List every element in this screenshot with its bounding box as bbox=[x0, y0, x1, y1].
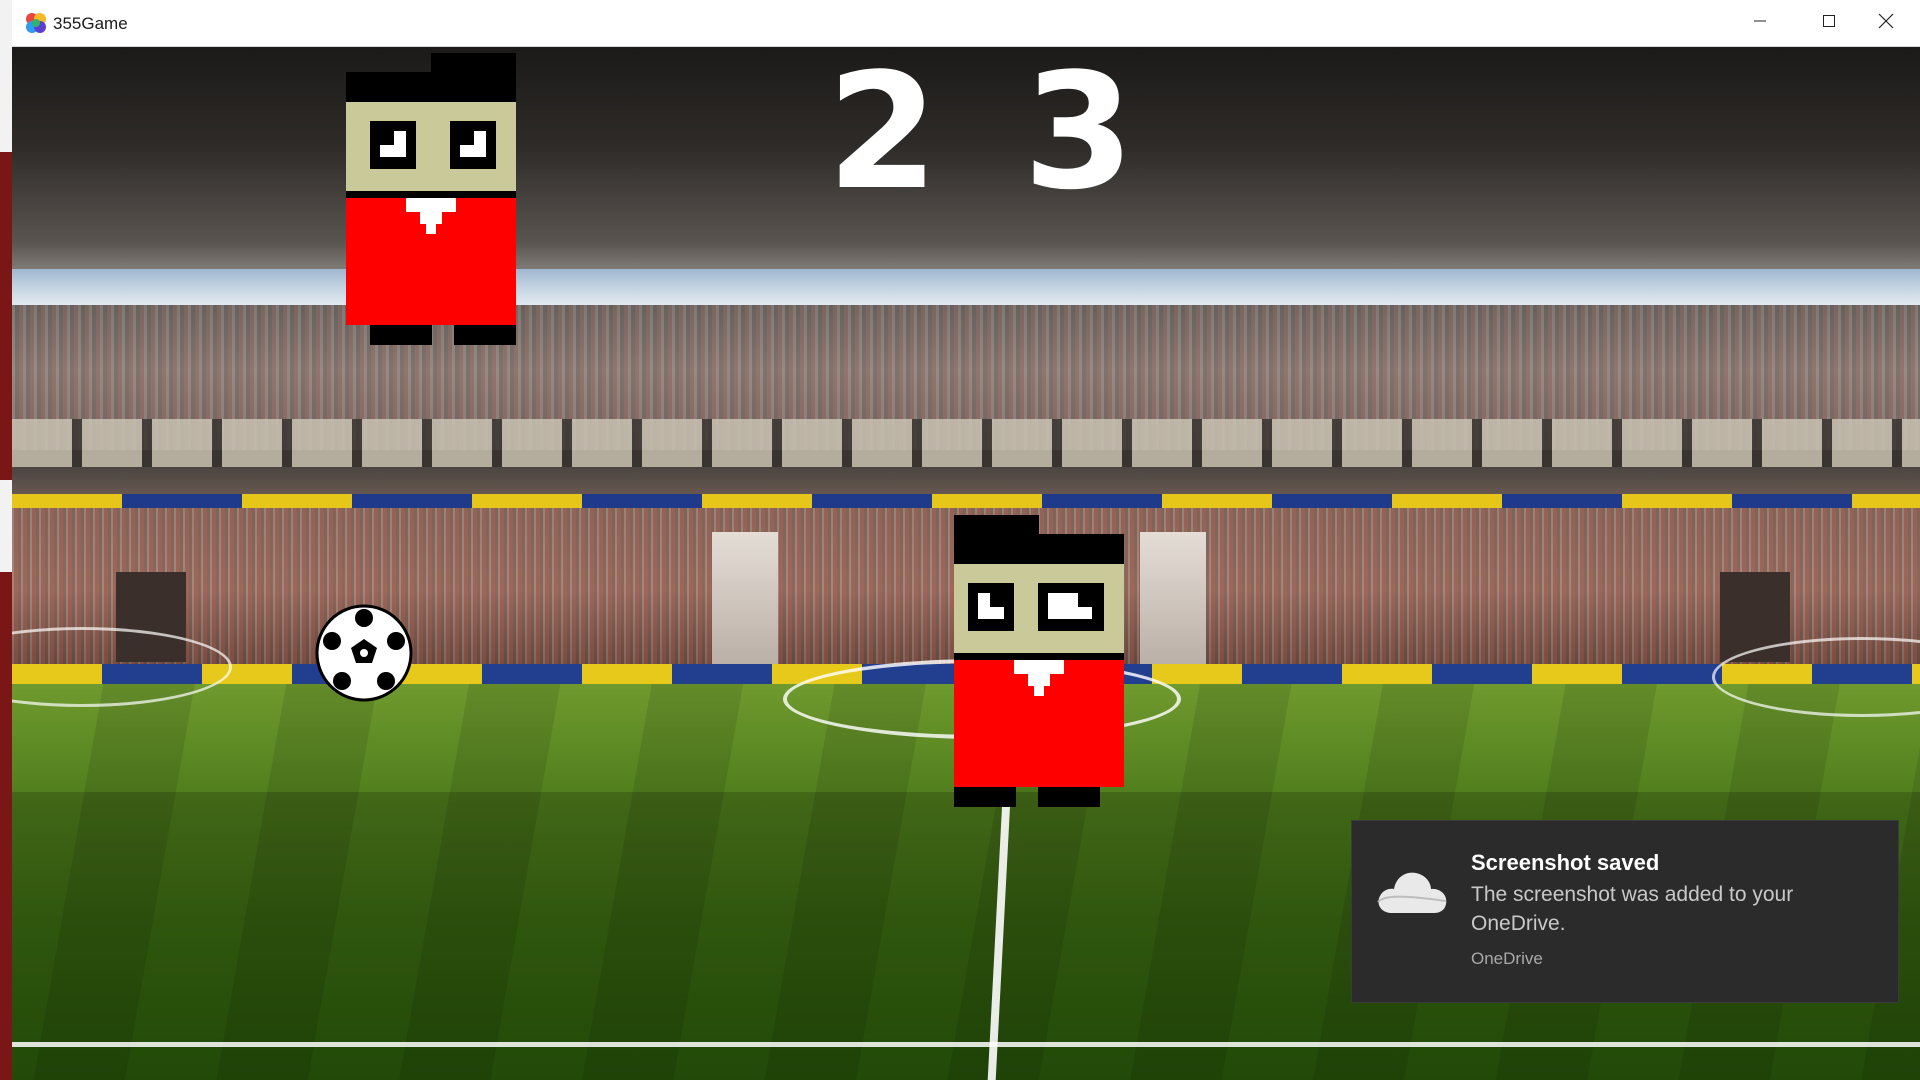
stadium-sky-gap bbox=[12, 269, 1920, 309]
player-foot bbox=[954, 787, 1016, 807]
onedrive-cloud-icon bbox=[1374, 865, 1450, 917]
vip-boxes-shade bbox=[12, 467, 1920, 497]
window-title: 355Game bbox=[53, 14, 128, 33]
player-eye bbox=[1038, 583, 1104, 631]
player-collar bbox=[954, 653, 1124, 660]
player-hair bbox=[346, 72, 516, 102]
close-icon bbox=[1878, 13, 1894, 34]
jersey-collar bbox=[420, 212, 442, 224]
notification-source: OneDrive bbox=[1471, 949, 1543, 968]
player-foot bbox=[370, 325, 432, 345]
desktop-background-strip bbox=[0, 0, 12, 1080]
player-eye bbox=[968, 583, 1014, 631]
player-eye bbox=[370, 121, 416, 169]
screenshot-saved-notification[interactable]: Screenshot saved The screenshot was adde… bbox=[1351, 820, 1899, 1003]
jersey-collar bbox=[1028, 674, 1050, 686]
window-titlebar[interactable]: 355Game bbox=[12, 0, 1920, 47]
player-collar bbox=[346, 191, 516, 198]
close-button[interactable] bbox=[1851, 0, 1920, 47]
player-hair bbox=[954, 534, 1124, 564]
game-canvas[interactable]: 2 3 Screenshot saved The screenshot was … bbox=[12, 47, 1920, 1080]
app-color-logo-icon bbox=[24, 11, 48, 35]
notification-title: Screenshot saved bbox=[1471, 850, 1660, 875]
jersey-collar bbox=[1034, 686, 1044, 696]
background-window-edge bbox=[0, 480, 12, 572]
player-foot bbox=[1038, 787, 1100, 807]
stand-aisle bbox=[712, 532, 778, 670]
player-hair bbox=[431, 53, 516, 72]
score-right: 3 bbox=[1023, 47, 1135, 225]
background-window-edge bbox=[0, 0, 12, 152]
maximize-icon bbox=[1822, 14, 1836, 33]
player-foot bbox=[454, 325, 516, 345]
minimize-icon bbox=[1753, 14, 1767, 33]
stand-aisle bbox=[1140, 532, 1206, 670]
player-eye bbox=[450, 121, 496, 169]
player-two bbox=[954, 515, 1124, 807]
minimize-button[interactable] bbox=[1725, 0, 1794, 47]
jersey-collar bbox=[406, 198, 456, 212]
stadium-banner bbox=[12, 494, 1920, 508]
notification-body: The screenshot was added to your OneDriv… bbox=[1471, 883, 1794, 935]
touch-line bbox=[12, 1042, 1920, 1047]
stadium-roof bbox=[12, 47, 1920, 297]
soccer-ball-icon bbox=[314, 603, 414, 703]
player-one bbox=[346, 53, 516, 345]
jersey-collar bbox=[1014, 660, 1064, 674]
score-left: 2 bbox=[827, 47, 939, 225]
jersey-collar bbox=[426, 224, 436, 234]
